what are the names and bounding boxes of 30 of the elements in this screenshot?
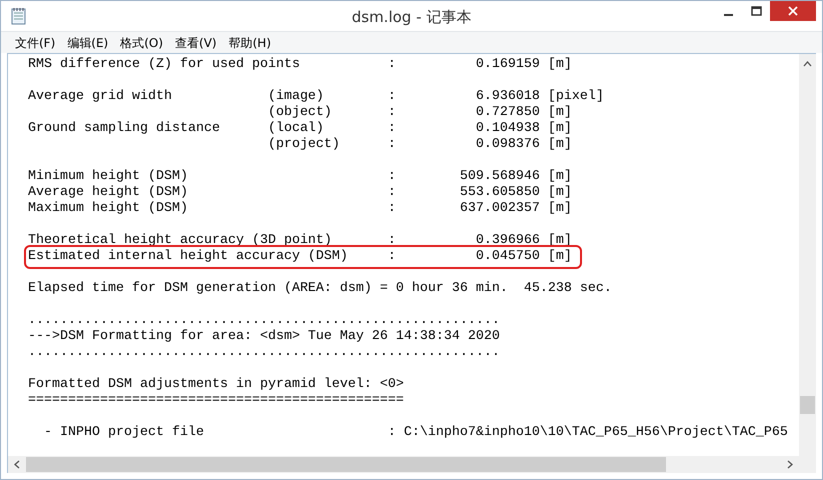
log-line: RMS difference (Z) for used points : 0.169159 [m] <box>28 57 572 73</box>
log-line: Ground sampling distance (local) : 0.104938 [m] <box>28 121 572 137</box>
menu-item[interactable]: 文件(F) <box>9 34 62 52</box>
log-line: ........................................................... <box>28 345 500 361</box>
close-button[interactable] <box>770 1 816 21</box>
close-icon <box>788 6 798 16</box>
notepad-icon <box>11 7 27 25</box>
window-title: dsm.log - 记事本 <box>352 7 472 28</box>
log-line: Minimum height (DSM) : 509.568946 [m] <box>28 169 572 185</box>
menu-item[interactable]: 帮助(H) <box>222 34 277 52</box>
log-line: Average grid width (image) : 6.936018 [pixel] <box>28 89 604 105</box>
vertical-scrollbar[interactable] <box>799 54 816 456</box>
log-line: (object) : 0.727850 [m] <box>266 105 572 121</box>
menu-item[interactable]: 格式(O) <box>114 34 170 52</box>
minimize-icon <box>724 14 732 16</box>
horizontal-scrollbar[interactable] <box>8 456 799 473</box>
log-line: Average height (DSM) : 553.605850 [m] <box>28 185 572 201</box>
log-line: --->DSM Formatting for area: <dsm> Tue May 26 14:38:34 2020 <box>28 329 500 345</box>
log-line: Maximum height (DSM) : 637.002357 [m] <box>28 201 572 217</box>
log-line: Formatted DSM adjustments in pyramid level: <0> <box>28 377 404 393</box>
menu-item[interactable]: 查看(V) <box>169 34 223 52</box>
scrollbar-thumb[interactable] <box>26 457 666 472</box>
scrollbar-thumb[interactable] <box>800 396 815 414</box>
maximize-icon <box>750 6 762 16</box>
log-line: ........................................................... <box>28 313 500 329</box>
log-line: Elapsed time for DSM generation (AREA: dsm) = 0 hour 36 min. 45.238 sec. <box>28 281 612 297</box>
log-line: - INPHO project file : C:\inpho7&inpho10\10\TAC_P65_H56\Project\TAC_P65 <box>42 425 788 441</box>
menu-item[interactable]: 编辑(E) <box>61 34 114 52</box>
log-line: =============================================== <box>28 393 404 409</box>
log-line: (project) : 0.098376 [m] <box>266 137 572 153</box>
